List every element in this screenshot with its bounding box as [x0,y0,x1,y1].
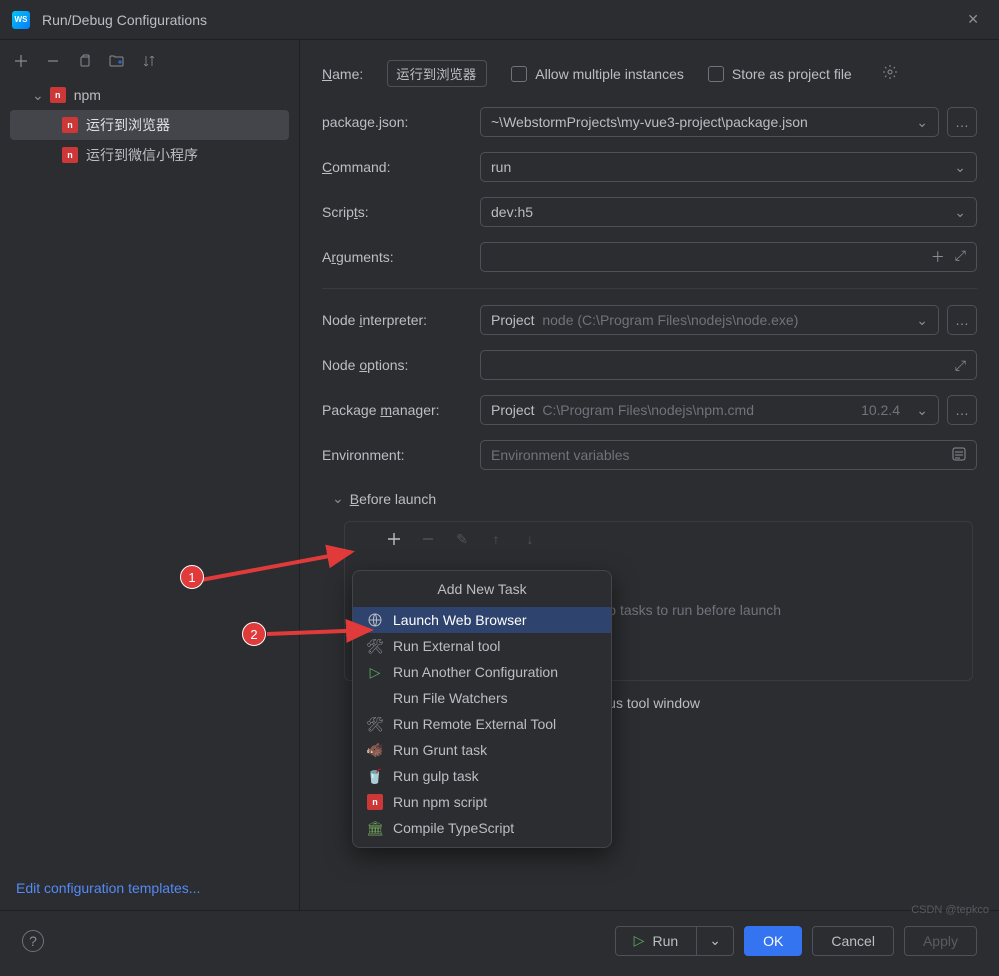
run-button[interactable]: ▷ Run [615,926,697,956]
typescript-icon: 🏛 [367,820,383,836]
name-input[interactable] [387,60,487,87]
window-title: Run/Debug Configurations [42,12,959,28]
gear-icon[interactable] [882,64,898,83]
remove-config-icon[interactable] [44,52,62,70]
watermark: CSDN @tepkco [911,904,989,916]
move-up-icon: ↑ [487,530,505,548]
tree-item-wechat[interactable]: n 运行到微信小程序 [10,140,289,170]
expand-icon[interactable]: ⤢ [955,247,966,267]
annotation-arrow-2 [262,616,382,646]
sort-config-icon[interactable] [140,52,158,70]
add-task-icon[interactable] [385,530,403,548]
popup-title: Add New Task [353,571,611,607]
arguments-label: Arguments: [322,249,480,265]
close-icon[interactable]: ✕ [959,7,987,32]
before-launch-title: Before launch [350,491,436,507]
remove-task-icon [419,530,437,548]
environment-label: Environment: [322,447,480,463]
move-down-icon: ↓ [521,530,539,548]
before-launch-toolbar: ✎ ↑ ↓ [344,521,973,556]
browse-button[interactable]: … [947,305,977,335]
allow-multiple-checkbox[interactable]: Allow multiple instances [511,66,684,82]
annotation-arrow-1 [196,542,366,592]
edit-task-icon: ✎ [453,530,471,548]
annotation-badge-1: 1 [180,565,204,589]
env-vars-icon[interactable] [952,447,966,464]
popup-item-file-watchers[interactable]: Run File Watchers [353,685,611,711]
tree-item-label: 运行到微信小程序 [86,145,198,165]
tree-item-label: 运行到浏览器 [86,115,170,135]
node-options-label: Node options: [322,357,480,373]
popup-item-gulp[interactable]: 🥤 Run gulp task [353,763,611,789]
add-macro-icon[interactable]: ＋ [931,247,945,267]
chevron-down-icon: ⌄ [916,402,928,419]
package-json-input[interactable]: ~\WebstormProjects\my-vue3-project\packa… [480,107,939,137]
blank-icon [367,690,383,706]
cancel-button[interactable]: Cancel [812,926,894,956]
chevron-down-icon: ⌄ [954,159,966,176]
tree-item-browser[interactable]: n 运行到浏览器 [10,110,289,140]
copy-config-icon[interactable] [76,52,94,70]
popup-item-typescript[interactable]: 🏛 Compile TypeScript [353,815,611,841]
dialog-footer: ? ▷ Run ⌄ OK Cancel Apply [0,910,999,970]
checkbox-icon [511,66,527,82]
arguments-input[interactable]: ＋ ⤢ [480,242,977,272]
run-icon: ▷ [634,932,645,949]
chevron-down-icon: ⌄ [954,204,966,221]
tree-root-label: npm [74,87,101,103]
grunt-icon: 🐗 [367,742,383,758]
run-dropdown[interactable]: ⌄ [697,926,734,956]
popup-item-external-tool[interactable]: 🛠 Run External tool [353,633,611,659]
expand-icon[interactable]: ⤢ [955,357,966,374]
command-select[interactable]: run ⌄ [480,152,977,182]
apply-button: Apply [904,926,977,956]
npm-icon: n [62,147,78,163]
scripts-label: Scripts: [322,204,480,220]
package-manager-select[interactable]: Project C:\Program Files\nodejs\npm.cmd … [480,395,939,425]
sidebar-toolbar [0,44,299,80]
add-task-popup: Add New Task Launch Web Browser 🛠 Run Ex… [352,570,612,848]
name-label: Name: [322,66,363,82]
tools-icon: 🛠 [367,716,383,732]
chevron-down-icon[interactable]: ⌄ [332,490,344,507]
package-json-label: package.json: [322,114,480,130]
npm-icon: n [50,87,66,103]
pm-version: 10.2.4 [861,402,900,418]
config-sidebar: ⌄ n npm n 运行到浏览器 n 运行到微信小程序 Edit configu… [0,40,300,910]
run-icon: ▷ [367,664,383,680]
npm-icon: n [62,117,78,133]
add-config-icon[interactable] [12,52,30,70]
browse-button[interactable]: … [947,107,977,137]
npm-icon: n [367,794,383,810]
node-options-input[interactable]: ⤢ [480,350,977,380]
tree-root-npm[interactable]: ⌄ n npm [10,80,289,110]
package-manager-label: Package manager: [322,402,480,418]
command-label: Command: [322,159,480,175]
chevron-down-icon: ⌄ [32,87,44,104]
popup-item-grunt[interactable]: 🐗 Run Grunt task [353,737,611,763]
popup-item-remote-tool[interactable]: 🛠 Run Remote External Tool [353,711,611,737]
scripts-select[interactable]: dev:h5 ⌄ [480,197,977,227]
ok-button[interactable]: OK [744,926,802,956]
gulp-icon: 🥤 [367,768,383,784]
chevron-down-icon: ⌄ [916,114,928,131]
popup-item-npm-script[interactable]: n Run npm script [353,789,611,815]
store-project-checkbox[interactable]: Store as project file [708,66,852,82]
annotation-badge-2: 2 [242,622,266,646]
edit-templates-link[interactable]: Edit configuration templates... [16,880,200,896]
popup-item-launch-browser[interactable]: Launch Web Browser [353,607,611,633]
node-interpreter-select[interactable]: Project node (C:\Program Files\nodejs\no… [480,305,939,335]
help-icon[interactable]: ? [22,930,44,952]
popup-item-another-config[interactable]: ▷ Run Another Configuration [353,659,611,685]
chevron-down-icon: ⌄ [916,312,928,329]
window-titlebar: WS Run/Debug Configurations ✕ [0,0,999,40]
node-interpreter-label: Node interpreter: [322,312,480,328]
browse-button[interactable]: … [947,395,977,425]
checkbox-icon [708,66,724,82]
folder-config-icon[interactable] [108,52,126,70]
webstorm-logo-icon: WS [12,11,30,29]
environment-input[interactable]: Environment variables [480,440,977,470]
